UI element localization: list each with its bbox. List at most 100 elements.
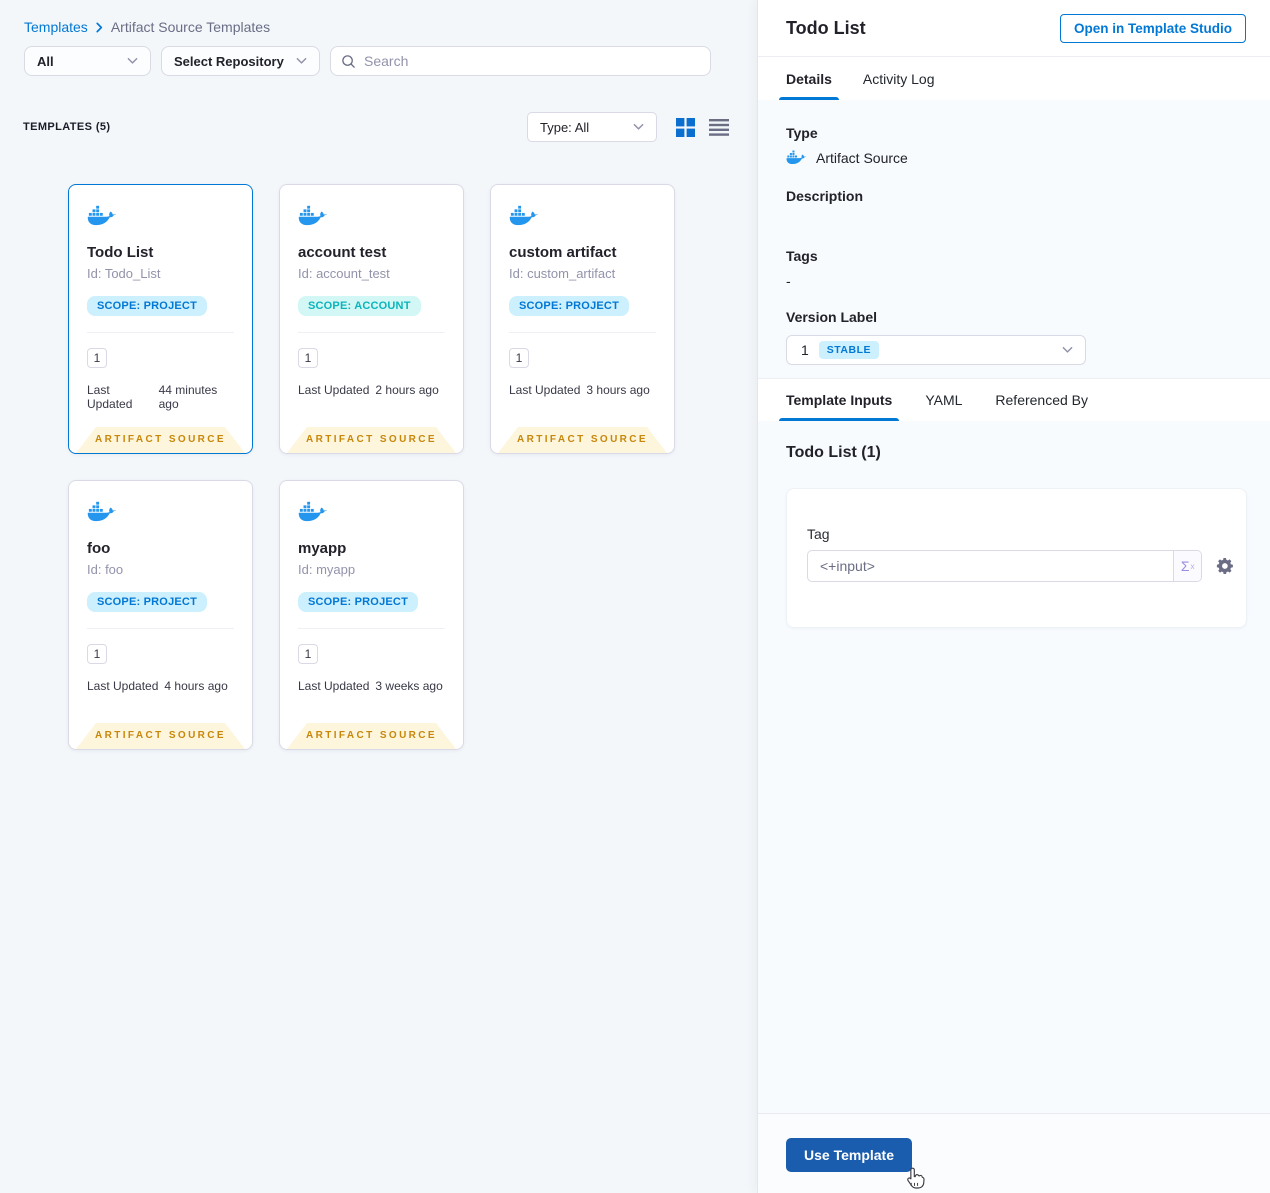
tag-input[interactable] <box>808 551 1174 581</box>
type-value: Artifact Source <box>816 150 908 166</box>
template-title: foo <box>87 540 111 557</box>
divider <box>87 628 234 629</box>
template-title: account test <box>298 244 387 261</box>
version-chip: 1 <box>298 644 318 664</box>
stable-badge: STABLE <box>818 341 880 359</box>
last-updated: Last Updated 4 hours ago <box>87 679 234 693</box>
panel-title: Todo List <box>786 17 866 38</box>
template-id: Id: foo <box>87 562 124 577</box>
description-label: Description <box>786 188 864 204</box>
version-select[interactable]: 1 STABLE <box>786 335 1086 365</box>
chevron-right-icon <box>95 22 104 33</box>
template-card-account-test[interactable]: account test Id: account_test SCOPE: ACC… <box>279 184 464 454</box>
runtime-input-sigma-button[interactable]: Σx <box>1173 551 1202 581</box>
template-card-foo[interactable]: foo Id: foo SCOPE: PROJECT 1 Last Update… <box>68 480 253 750</box>
template-card-myapp[interactable]: myapp Id: myapp SCOPE: PROJECT 1 Last Up… <box>279 480 464 750</box>
template-title: myapp <box>298 540 347 557</box>
scope-badge: SCOPE: PROJECT <box>298 592 418 612</box>
type-filter-dropdown[interactable]: Type: All <box>527 112 657 142</box>
tags-value: - <box>786 273 791 289</box>
last-updated-label: Last Updated <box>298 383 370 397</box>
chevron-down-icon <box>1062 346 1073 354</box>
tag-input-wrap: Σx <box>807 550 1203 582</box>
chevron-down-icon <box>127 57 138 65</box>
template-id: Id: custom_artifact <box>509 266 616 281</box>
search-input[interactable] <box>364 53 700 69</box>
sigma-symbol: Σ <box>1180 558 1190 574</box>
breadcrumb-current: Artifact Source Templates <box>110 19 271 35</box>
scope-filter-dropdown[interactable]: All <box>24 46 151 76</box>
last-updated-label: Last Updated <box>509 383 581 397</box>
last-updated: Last Updated 2 hours ago <box>298 383 445 397</box>
artifact-source-ribbon: ARTIFACT SOURCE <box>76 723 245 749</box>
last-updated-value: 44 minutes ago <box>158 383 218 411</box>
artifact-source-ribbon: ARTIFACT SOURCE <box>76 427 245 453</box>
divider <box>509 332 656 333</box>
last-updated: Last Updated 3 weeks ago <box>298 679 445 693</box>
search-box[interactable] <box>330 46 711 76</box>
tab-yaml[interactable]: YAML <box>925 379 962 421</box>
template-inputs-section: Todo List (1) Tag Σx <box>758 421 1270 1113</box>
panel-tabs: Details Activity Log <box>758 57 1270 100</box>
last-updated: Last Updated 3 hours ago <box>509 383 656 397</box>
artifact-source-ribbon: ARTIFACT SOURCE <box>287 723 456 749</box>
type-filter-value: Type: All <box>540 119 590 135</box>
template-card-todo-list[interactable]: Todo List Id: Todo_List SCOPE: PROJECT 1… <box>68 184 253 454</box>
tab-referenced-by[interactable]: Referenced By <box>995 379 1088 421</box>
chevron-down-icon <box>633 123 644 131</box>
last-updated-label: Last Updated <box>87 679 159 693</box>
docker-icon <box>87 205 117 228</box>
panel-header: Todo List Open in Template Studio <box>758 0 1270 57</box>
version-chip: 1 <box>509 348 529 368</box>
template-card-custom-artifact[interactable]: custom artifact Id: custom_artifact SCOP… <box>490 184 675 454</box>
tag-label: Tag <box>807 526 830 542</box>
template-id: Id: Todo_List <box>87 266 161 281</box>
type-value-row: Artifact Source <box>786 150 1242 166</box>
repository-filter-value: Select Repository <box>174 53 284 69</box>
scope-badge: SCOPE: ACCOUNT <box>298 296 421 316</box>
panel-footer: Use Template <box>758 1113 1270 1193</box>
docker-icon <box>298 205 328 228</box>
last-updated-label: Last Updated <box>298 679 370 693</box>
tab-activity-log[interactable]: Activity Log <box>863 57 935 100</box>
templates-count-label: TEMPLATES (5) <box>23 121 111 133</box>
divider <box>87 332 234 333</box>
template-cards-grid: Todo List Id: Todo_List SCOPE: PROJECT 1… <box>0 142 757 750</box>
template-details-panel: Todo List Open in Template Studio Detail… <box>757 0 1270 1193</box>
tab-template-inputs[interactable]: Template Inputs <box>778 379 900 421</box>
tag-input-row: Σx <box>807 550 1234 582</box>
last-updated-value: 3 hours ago <box>586 383 650 397</box>
docker-icon <box>298 501 328 524</box>
version-chip: 1 <box>87 348 107 368</box>
template-title: custom artifact <box>509 244 617 261</box>
template-id: Id: myapp <box>298 562 356 577</box>
docker-icon <box>786 150 807 166</box>
open-in-template-studio-button[interactable]: Open in Template Studio <box>1059 13 1246 43</box>
artifact-source-ribbon: ARTIFACT SOURCE <box>498 427 667 453</box>
search-icon <box>341 54 356 69</box>
scope-filter-value: All <box>37 53 54 69</box>
breadcrumb-templates-link[interactable]: Templates <box>24 19 88 35</box>
docker-icon <box>87 501 117 524</box>
template-id: Id: account_test <box>298 266 390 281</box>
scope-badge: SCOPE: PROJECT <box>87 592 207 612</box>
last-updated-value: 3 weeks ago <box>375 679 443 693</box>
tab-details[interactable]: Details <box>779 57 839 100</box>
last-updated-value: 2 hours ago <box>375 383 439 397</box>
gear-icon[interactable] <box>1216 557 1234 575</box>
repository-filter-dropdown[interactable]: Select Repository <box>161 46 320 76</box>
breadcrumb: Templates Artifact Source Templates <box>0 0 757 35</box>
list-view-icon[interactable] <box>709 118 729 136</box>
filter-row: All Select Repository <box>24 46 733 76</box>
artifact-source-ribbon: ARTIFACT SOURCE <box>287 427 456 453</box>
use-template-button[interactable]: Use Template <box>786 1138 912 1172</box>
inner-tabs: Template Inputs YAML Referenced By <box>758 378 1270 421</box>
grid-view-icon[interactable] <box>676 118 695 137</box>
version-label: Version Label <box>786 309 878 325</box>
version-chip: 1 <box>87 644 107 664</box>
tags-label: Tags <box>786 248 818 264</box>
template-title: Todo List <box>87 244 154 261</box>
version-chip: 1 <box>298 348 318 368</box>
sigma-superscript: x <box>1190 561 1195 571</box>
chevron-down-icon <box>296 57 307 65</box>
